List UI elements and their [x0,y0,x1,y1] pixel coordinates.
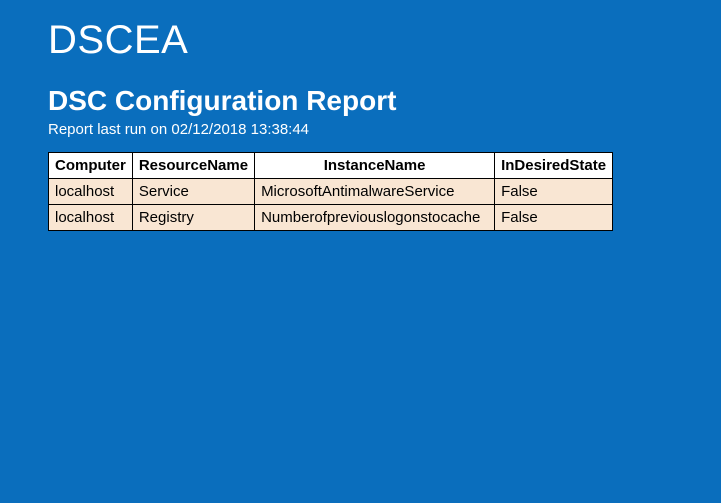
cell-computer: localhost [49,205,133,231]
col-in-desired-state: InDesiredState [495,153,613,179]
col-computer: Computer [49,153,133,179]
report-timestamp: Report last run on 02/12/2018 13:38:44 [48,121,673,138]
report-table: Computer ResourceName InstanceName InDes… [48,152,613,231]
cell-computer: localhost [49,179,133,205]
table-row: localhost Registry Numberofpreviouslogon… [49,205,613,231]
cell-in-desired-state: False [495,179,613,205]
app-title: DSCEA [48,18,673,63]
col-resource-name: ResourceName [132,153,254,179]
cell-instance-name: Numberofpreviouslogonstocache [255,205,495,231]
report-heading: DSC Configuration Report [48,85,673,117]
cell-instance-name: MicrosoftAntimalwareService [255,179,495,205]
col-instance-name: InstanceName [255,153,495,179]
cell-in-desired-state: False [495,205,613,231]
table-header-row: Computer ResourceName InstanceName InDes… [49,153,613,179]
cell-resource-name: Service [132,179,254,205]
table-row: localhost Service MicrosoftAntimalwareSe… [49,179,613,205]
cell-resource-name: Registry [132,205,254,231]
